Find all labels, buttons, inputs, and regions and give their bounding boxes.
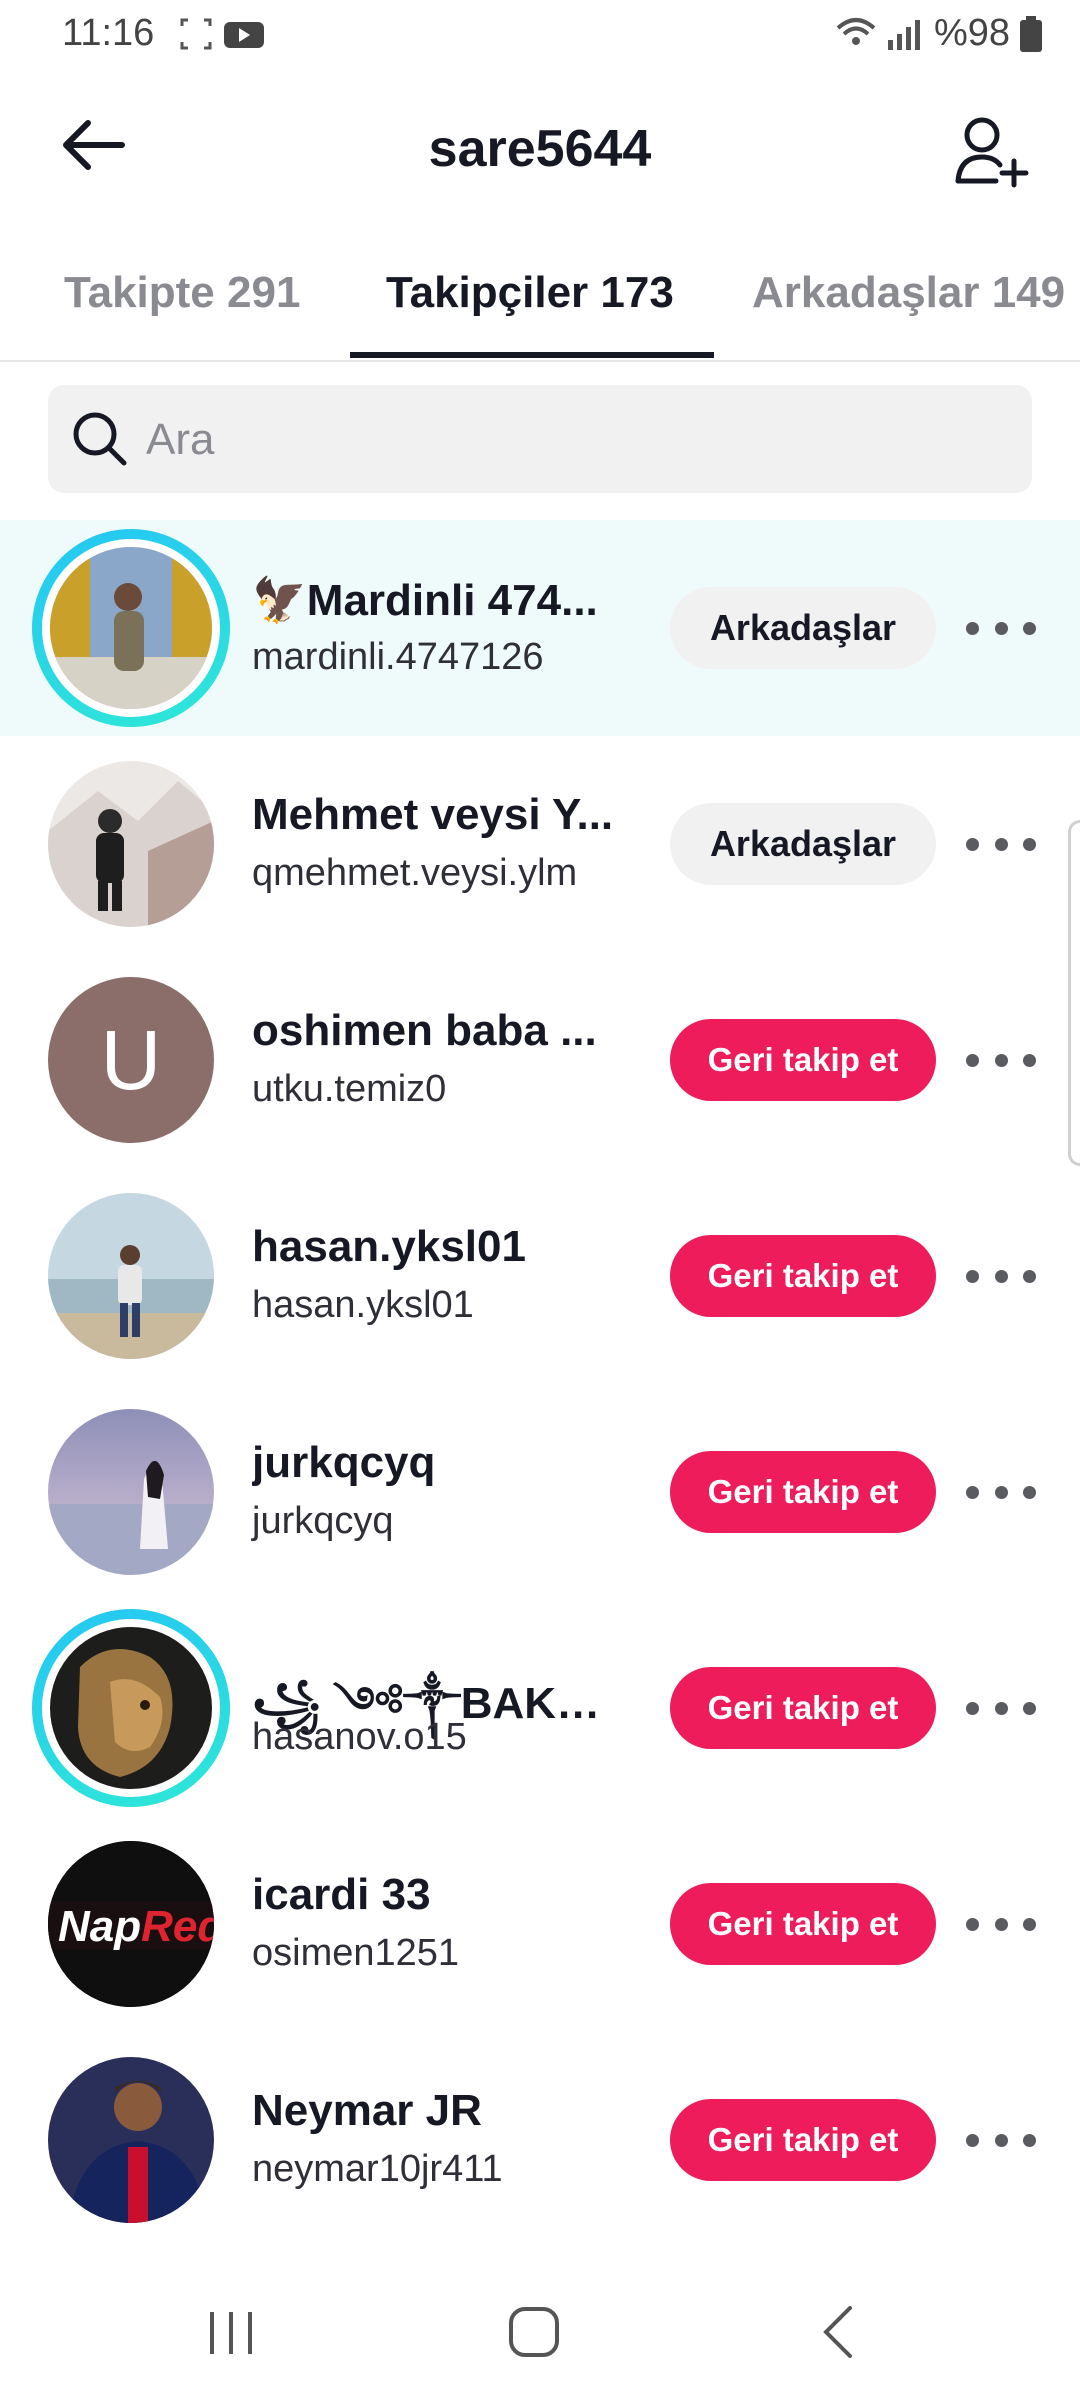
- user-handle: hasan.yksl01: [252, 1284, 474, 1326]
- avatar-photo: [48, 1193, 214, 1359]
- add-user-button[interactable]: [952, 113, 1032, 193]
- search-icon: [70, 409, 130, 474]
- more-dots-icon: [966, 1485, 979, 1499]
- user-handle: utku.temiz0: [252, 1068, 447, 1110]
- friends-button[interactable]: Arkadaşlar: [670, 587, 936, 669]
- active-tab-indicator: [350, 352, 714, 358]
- avatar[interactable]: [48, 761, 214, 927]
- avatar[interactable]: [48, 1193, 214, 1359]
- page-title: sare5644: [428, 120, 652, 178]
- recents-button[interactable]: [206, 2308, 256, 2363]
- follow-back-button[interactable]: Geri takip et: [670, 1235, 936, 1317]
- more-options-button[interactable]: [966, 1256, 1036, 1296]
- follow-back-button[interactable]: Geri takip et: [670, 1019, 936, 1101]
- status-left-icons: [180, 16, 270, 61]
- avatar-photo: [48, 2057, 214, 2223]
- more-dots-icon: [966, 1269, 979, 1283]
- status-time: 11:16: [62, 12, 155, 54]
- tab-followers[interactable]: Takipçiler 173: [386, 268, 674, 318]
- user-handle: qmehmet.veysi.ylm: [252, 852, 578, 894]
- more-options-button[interactable]: [966, 2120, 1036, 2160]
- avatar[interactable]: [32, 529, 230, 727]
- screenshot-icon: [180, 18, 212, 50]
- avatar[interactable]: [48, 2057, 214, 2223]
- list-item[interactable]: hasan.yksl01 hasan.yksl01 Geri takip et: [0, 1168, 1080, 1384]
- user-name: oshimen baba ...: [252, 1006, 597, 1055]
- status-bar: 11:16 %98: [0, 0, 1080, 70]
- user-name: 🦅Mardinli 474...: [252, 576, 598, 625]
- status-right: %98: [834, 12, 1042, 55]
- recents-icon: [210, 2312, 252, 2354]
- user-name: icardi 33: [252, 1870, 431, 1919]
- avatar[interactable]: [48, 1409, 214, 1575]
- friends-button[interactable]: Arkadaşlar: [670, 803, 936, 885]
- follow-back-button[interactable]: Geri takip et: [670, 1451, 936, 1533]
- user-name: Neymar JR: [252, 2086, 482, 2135]
- more-options-button[interactable]: [966, 824, 1036, 864]
- followers-list: 🦅Mardinli 474... mardinli.4747126 Arkada…: [0, 520, 1080, 2248]
- avatar-photo: [50, 547, 212, 709]
- search-bar: [48, 385, 1032, 495]
- chevron-left-icon: [823, 2306, 852, 2358]
- user-name: jurkqcyq: [252, 1438, 436, 1487]
- add-user-icon: [955, 117, 1029, 188]
- user-handle: neymar10jr411: [252, 2148, 503, 2190]
- avatar-photo: [48, 1409, 214, 1575]
- avatar[interactable]: [32, 1609, 230, 1807]
- user-name: Mehmet veysi Y...: [252, 790, 614, 839]
- wifi-signal-icon: [836, 17, 920, 50]
- more-dots-icon: [966, 1701, 979, 1715]
- avatar-photo: [50, 1627, 212, 1789]
- user-handle: osimen1251: [252, 1932, 460, 1974]
- more-options-button[interactable]: [966, 1688, 1036, 1728]
- avatar-logo-text: NapRed: [58, 1902, 214, 1951]
- list-item[interactable]: NapRed icardi 33 osimen1251 Geri takip e…: [0, 1816, 1080, 2032]
- battery-icon: [1020, 15, 1042, 52]
- list-item[interactable]: Mehmet veysi Y... qmehmet.veysi.ylm Arka…: [0, 736, 1080, 952]
- user-name: hasan.yksl01: [252, 1222, 526, 1271]
- avatar-initial: U: [100, 1012, 162, 1107]
- user-handle: hasanov.o15: [252, 1716, 467, 1758]
- list-item[interactable]: jurkqcyq jurkqcyq Geri takip et: [0, 1384, 1080, 1600]
- search-input[interactable]: [144, 385, 1008, 495]
- scrollbar[interactable]: [1068, 820, 1080, 1166]
- list-item[interactable]: Neymar JR neymar10jr411 Geri takip et: [0, 2032, 1080, 2248]
- more-dots-icon: [966, 1917, 979, 1931]
- more-options-button[interactable]: [966, 1472, 1036, 1512]
- more-dots-icon: [966, 621, 979, 635]
- tab-friends[interactable]: Arkadaşlar 149: [752, 268, 1065, 318]
- tab-bar: Takipte 291 Takipçiler 173 Arkadaşlar 14…: [0, 240, 1080, 362]
- more-dots-icon: [966, 837, 979, 851]
- more-options-button[interactable]: [966, 608, 1036, 648]
- user-handle: jurkqcyq: [252, 1500, 394, 1542]
- tab-following[interactable]: Takipte 291: [64, 268, 300, 318]
- list-item[interactable]: 🦅Mardinli 474... mardinli.4747126 Arkada…: [0, 520, 1080, 736]
- avatar-photo: NapRed: [48, 1841, 214, 2007]
- system-nav-bar: [0, 2270, 1080, 2408]
- header: sare5644: [0, 95, 1080, 205]
- avatar[interactable]: NapRed: [48, 1841, 214, 2007]
- follow-back-button[interactable]: Geri takip et: [670, 1883, 936, 1965]
- more-options-button[interactable]: [966, 1904, 1036, 1944]
- youtube-icon: [224, 22, 264, 48]
- more-dots-icon: [966, 2133, 979, 2147]
- avatar[interactable]: U: [48, 977, 214, 1143]
- home-icon: [509, 2307, 559, 2357]
- follow-back-button[interactable]: Geri takip et: [670, 1667, 936, 1749]
- more-options-button[interactable]: [966, 1040, 1036, 1080]
- list-item[interactable]: ꧁ ༺༒BAKu*/*... hasanov.o15 Geri takip et: [0, 1600, 1080, 1816]
- list-item[interactable]: U oshimen baba ... utku.temiz0 Geri taki…: [0, 952, 1080, 1168]
- user-handle: mardinli.4747126: [252, 636, 544, 678]
- home-button[interactable]: [508, 2306, 560, 2363]
- more-dots-icon: [966, 1053, 979, 1067]
- follow-back-button[interactable]: Geri takip et: [670, 2099, 936, 2181]
- system-back-button[interactable]: [818, 2304, 858, 2365]
- battery-percent: %98: [933, 12, 1010, 54]
- avatar-photo: [48, 761, 214, 927]
